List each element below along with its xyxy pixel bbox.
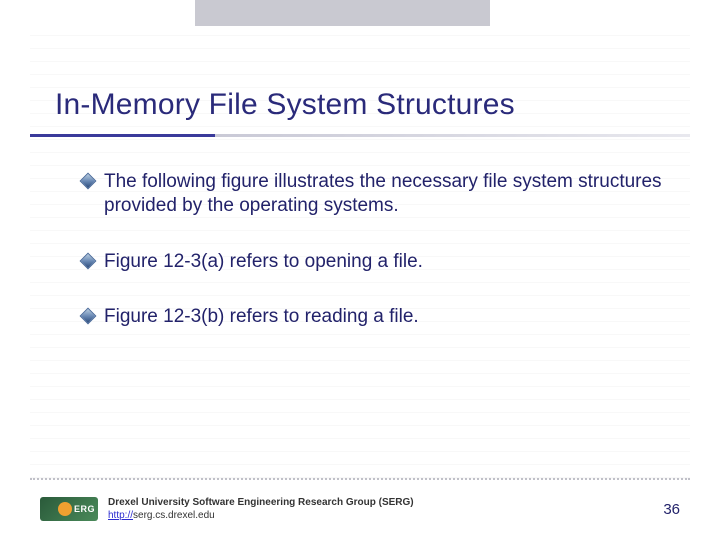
diamond-bullet-icon xyxy=(80,308,97,325)
list-item: Figure 12-3(a) refers to opening a file. xyxy=(82,250,670,274)
bullet-text: Figure 12-3(b) refers to reading a file. xyxy=(104,305,670,329)
footer-org: Drexel University Software Engineering R… xyxy=(108,497,414,508)
slide-footer: ERG Drexel University Software Engineeri… xyxy=(40,496,680,522)
footer-attribution: Drexel University Software Engineering R… xyxy=(108,496,414,522)
list-item: Figure 12-3(b) refers to reading a file. xyxy=(82,305,670,329)
bullet-text: The following figure illustrates the nec… xyxy=(104,170,670,218)
footer-left: ERG Drexel University Software Engineeri… xyxy=(40,496,414,522)
diamond-bullet-icon xyxy=(80,252,97,269)
page-number: 36 xyxy=(663,501,680,518)
logo-text: ERG xyxy=(74,504,95,514)
footer-url-rest: serg.cs.drexel.edu xyxy=(133,510,215,521)
bullet-text: Figure 12-3(a) refers to opening a file. xyxy=(104,250,670,274)
list-item: The following figure illustrates the nec… xyxy=(82,170,670,218)
top-tab-block xyxy=(195,0,490,26)
title-underline xyxy=(30,134,690,137)
bullet-list: The following figure illustrates the nec… xyxy=(82,170,670,361)
diamond-bullet-icon xyxy=(80,173,97,190)
serg-logo: ERG xyxy=(40,497,98,521)
logo-swirl-icon xyxy=(58,502,72,516)
slide-title: In-Memory File System Structures xyxy=(55,88,515,122)
footer-url-prefix: http:// xyxy=(108,510,133,521)
